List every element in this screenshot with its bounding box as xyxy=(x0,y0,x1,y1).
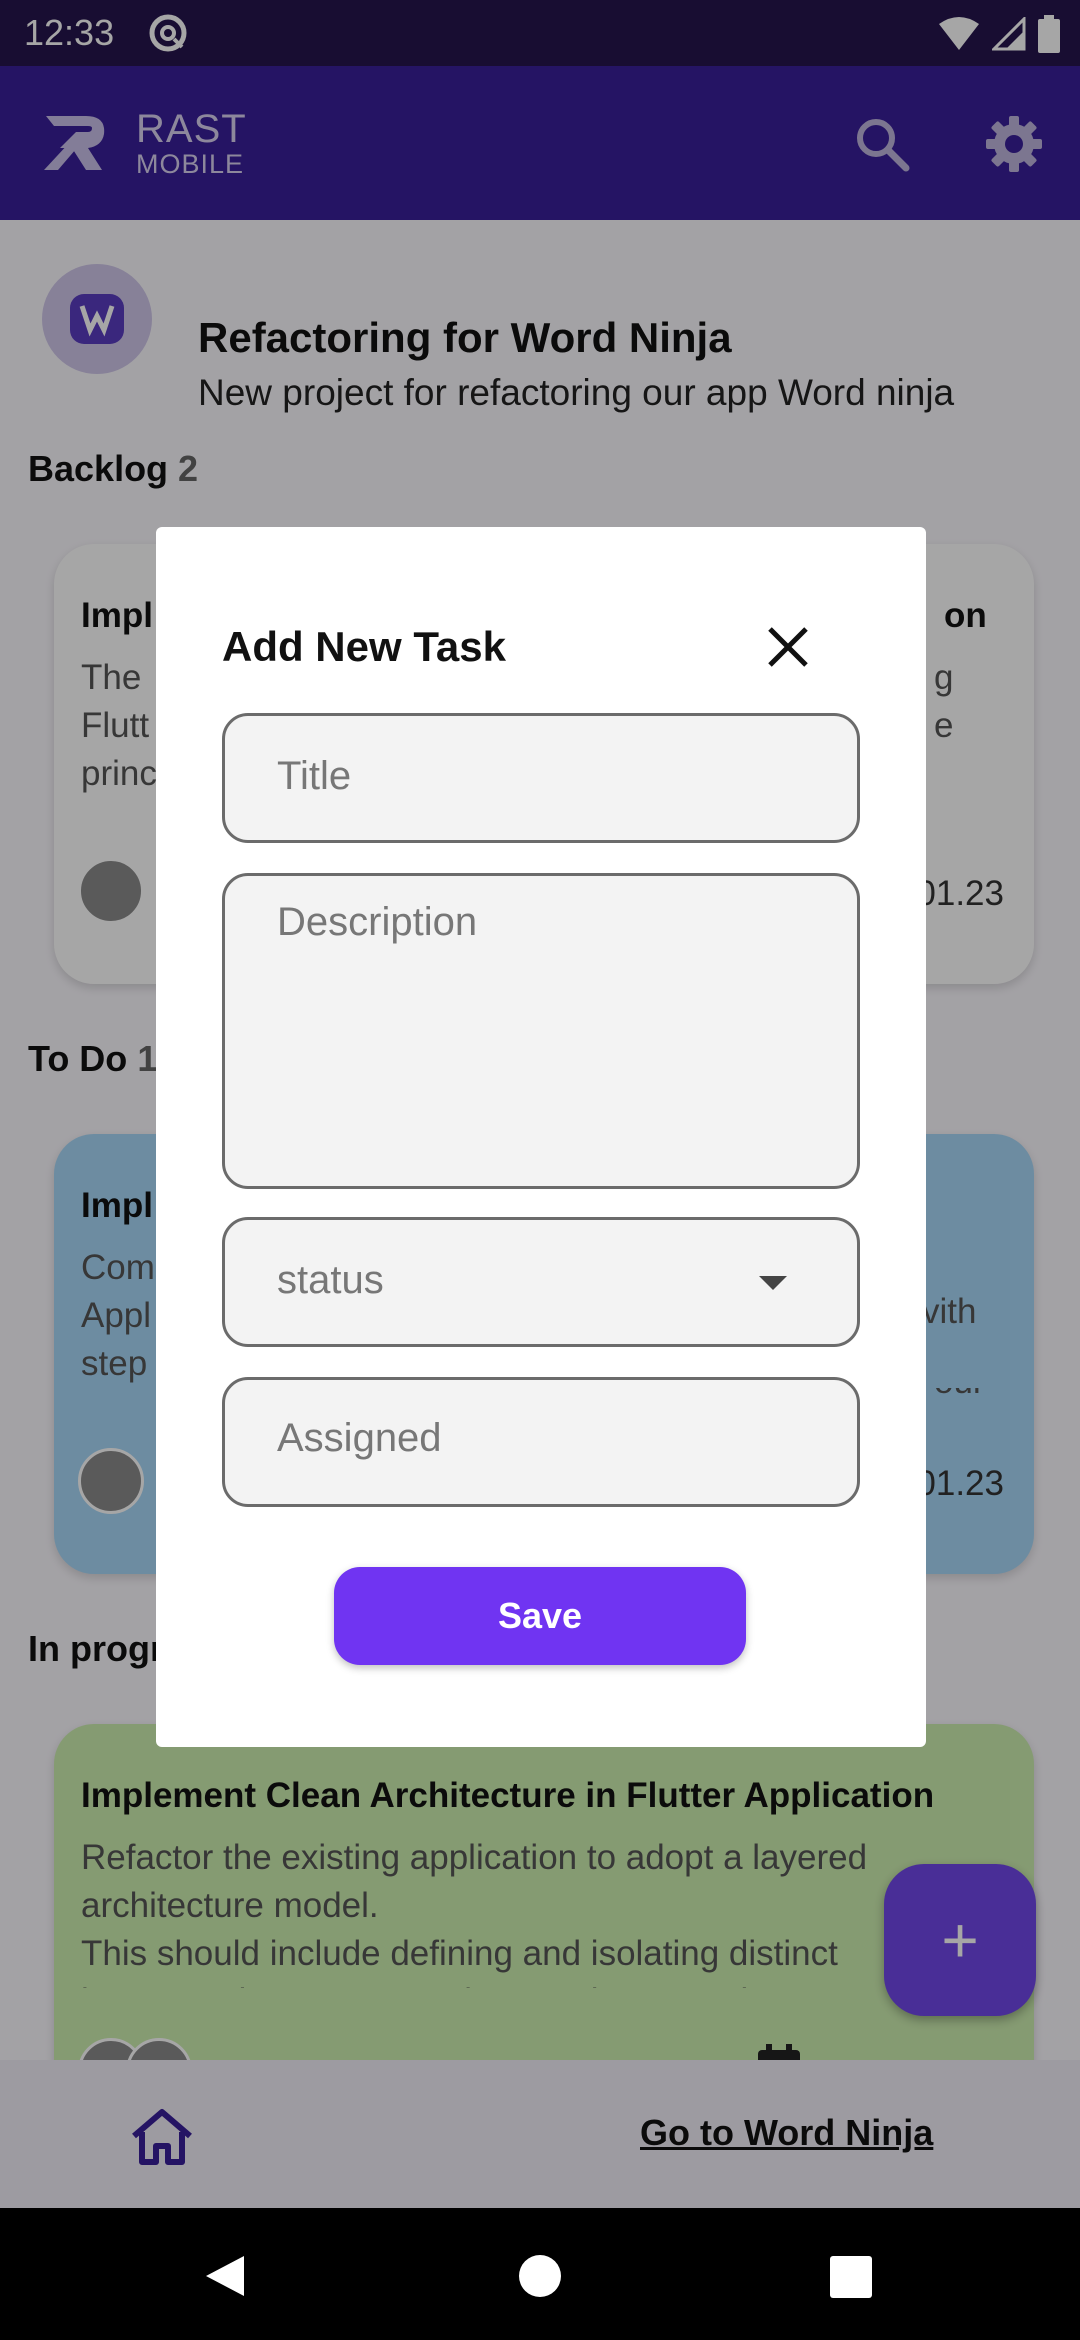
save-button[interactable]: Save xyxy=(334,1567,746,1665)
assigned-placeholder: Assigned xyxy=(277,1416,442,1460)
dropdown-arrow-icon xyxy=(759,1276,787,1290)
description-placeholder: Description xyxy=(277,900,478,944)
title-input[interactable]: Title xyxy=(222,713,860,843)
assigned-input[interactable]: Assigned xyxy=(222,1377,860,1507)
description-input[interactable]: Description xyxy=(222,873,860,1189)
recents-icon[interactable] xyxy=(830,2256,872,2298)
back-icon[interactable] xyxy=(204,2254,246,2298)
close-icon[interactable] xyxy=(764,623,812,671)
status-placeholder: status xyxy=(277,1258,384,1302)
title-placeholder: Title xyxy=(277,754,352,798)
system-navigation-bar xyxy=(0,2208,1080,2340)
add-task-dialog: Add New Task Title Description status As… xyxy=(156,527,926,1747)
home-circle-icon[interactable] xyxy=(518,2254,562,2298)
dialog-title: Add New Task xyxy=(222,623,506,670)
status-dropdown[interactable]: status xyxy=(222,1217,860,1347)
